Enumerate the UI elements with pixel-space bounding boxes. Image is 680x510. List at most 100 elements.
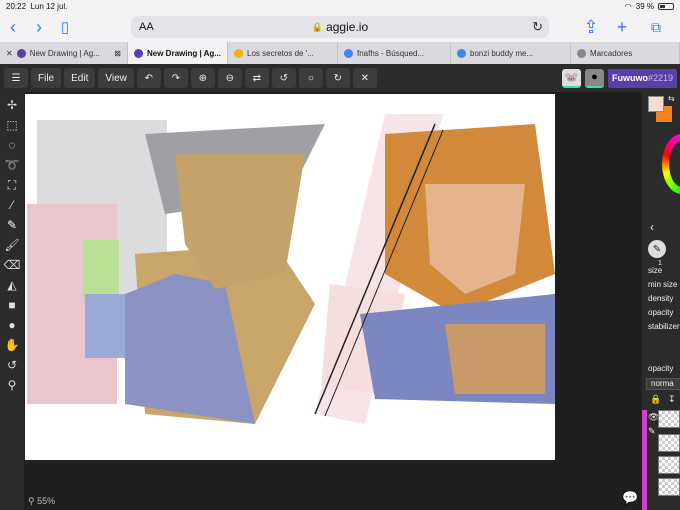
tab-title: New Drawing | Ag... xyxy=(29,48,100,58)
status-time: 20:22 xyxy=(6,1,27,11)
browser-tab[interactable]: fnafhs - Búsqued... xyxy=(338,42,451,64)
close-tab-icon[interactable]: ✕ xyxy=(6,49,13,58)
pencil-preview-icon: ✎ xyxy=(652,243,662,255)
tab-title: New Drawing | Ag... xyxy=(147,48,221,58)
rotate-left-icon[interactable]: ↺ xyxy=(271,68,296,88)
back-icon[interactable]: ‹ xyxy=(0,17,26,38)
reader-aa-button[interactable]: AA xyxy=(139,21,154,33)
pencil-layer-icon: ✎ xyxy=(648,426,656,436)
tab-title: fnafhs - Búsqued... xyxy=(357,48,425,58)
lock-layer-icon[interactable]: 🔒 xyxy=(650,394,661,405)
status-date: Lun 12 jul. xyxy=(30,1,68,11)
move-tool-icon[interactable]: ✢ xyxy=(2,95,22,115)
layer-thumbnail[interactable] xyxy=(658,434,680,452)
arrow-icon[interactable]: ↧ xyxy=(668,394,676,405)
tool-sidebar: ✢ ⬚ ◌ ➰ ⛶ ⁄ ✎ 🖌 ⌫ ◭ ■ ● ✋ ↺ ⚲ xyxy=(0,92,24,510)
rect-select-icon[interactable]: ⬚ xyxy=(2,115,22,135)
undo-icon[interactable]: ↶ xyxy=(136,68,161,88)
battery-icon xyxy=(658,2,674,10)
density-label[interactable]: density xyxy=(648,294,673,303)
canvas-area: ⚲ 55% 💬 xyxy=(24,92,642,510)
swap-colors-icon[interactable]: ⇆ xyxy=(668,94,675,103)
layer-opacity-label[interactable]: opacity xyxy=(648,364,673,373)
pencil-icon[interactable]: ✎ xyxy=(2,215,22,235)
opacity-label[interactable]: opacity xyxy=(648,308,673,317)
user-area: 🐭 ● Fuwuwo #2219 xyxy=(561,68,677,88)
ellipse-select-icon[interactable]: ◌ xyxy=(2,135,22,155)
favicon-icon xyxy=(457,48,466,58)
layer-thumbnail[interactable] xyxy=(658,456,680,474)
reload-icon[interactable]: ↻ xyxy=(532,19,543,35)
redo-icon[interactable]: ↷ xyxy=(163,68,188,88)
drawing-canvas[interactable] xyxy=(25,94,555,460)
layer-thumbnail[interactable] xyxy=(658,410,680,428)
zoom-icon: ⚲ xyxy=(28,496,35,506)
tab-title: Los secretos de '... xyxy=(247,48,314,58)
favicon-icon xyxy=(344,48,353,58)
min-size-label[interactable]: min size xyxy=(648,280,677,289)
stabilizer-label[interactable]: stabilizer xyxy=(648,322,680,331)
lasso-icon[interactable]: ➰ xyxy=(2,155,22,175)
eyedropper-icon[interactable]: ⁄ xyxy=(2,195,22,215)
browser-tab[interactable]: bonzi buddy me... xyxy=(451,42,571,64)
primary-color-swatch[interactable] xyxy=(648,96,664,112)
rotate-view-icon[interactable]: ↺ xyxy=(2,355,22,375)
address-bar[interactable]: AA 🔒 aggie.io ↻ xyxy=(131,16,549,38)
color-wheel[interactable] xyxy=(662,134,680,194)
app-toolbar: ☰ File Edit View ↶ ↷ ⊕ ⊖ ⇄ ↺ ○ ↻ ✕ 🐭 ● F… xyxy=(0,64,680,92)
brush-icon[interactable]: 🖌 xyxy=(2,235,22,255)
close-icon[interactable]: ✕ xyxy=(352,68,377,88)
chat-bubble-icon[interactable]: 💬 xyxy=(622,490,638,506)
share-icon[interactable]: ⇪ xyxy=(578,17,604,38)
zoom-in-icon[interactable]: ⊕ xyxy=(190,68,215,88)
tab-close-square-icon[interactable]: ⊠ xyxy=(114,49,121,58)
view-menu[interactable]: View xyxy=(98,68,134,88)
new-tab-icon[interactable]: + xyxy=(609,17,635,38)
flip-icon[interactable]: ⇄ xyxy=(244,68,269,88)
ios-status-bar: 20:22 Lun 12 jul. ◠ 39 % xyxy=(0,0,680,12)
eraser-icon[interactable]: ⌫ xyxy=(2,255,22,275)
edit-menu[interactable]: Edit xyxy=(64,68,96,88)
avatar[interactable]: ● xyxy=(584,68,604,88)
right-panel: ⇆ ‹ ✎ 1 size min size density opacity st… xyxy=(642,92,680,510)
ellipse-icon[interactable]: ● xyxy=(2,315,22,335)
hamburger-menu-icon[interactable]: ☰ xyxy=(4,68,28,88)
wifi-icon: ◠ xyxy=(624,1,632,11)
favicon-icon xyxy=(234,48,243,58)
reset-rotation-icon[interactable]: ○ xyxy=(298,68,323,88)
selected-layer-marker xyxy=(642,410,647,510)
favicon-icon xyxy=(16,48,26,58)
bucket-icon[interactable]: ◭ xyxy=(2,275,22,295)
browser-tab[interactable]: Los secretos de '... xyxy=(228,42,338,64)
bookmarks-book-icon[interactable]: ▯ xyxy=(52,18,78,36)
transform-icon[interactable]: ⛶ xyxy=(2,175,22,195)
zoom-indicator[interactable]: ⚲ 55% xyxy=(28,496,55,507)
forward-icon[interactable]: › xyxy=(26,17,52,38)
size-label[interactable]: size xyxy=(648,266,662,275)
file-menu[interactable]: File xyxy=(31,68,62,88)
layer-thumbnail[interactable] xyxy=(658,478,680,496)
rectangle-icon[interactable]: ■ xyxy=(2,295,22,315)
battery-percent: 39 % xyxy=(635,1,654,11)
tab-bar: ✕ New Drawing | Ag... ⊠ New Drawing | Ag...… xyxy=(0,42,680,64)
tab-title: Marcadores xyxy=(590,48,633,58)
hand-icon[interactable]: ✋ xyxy=(2,335,22,355)
bookmarks-tab[interactable]: Marcadores xyxy=(571,42,680,64)
star-icon xyxy=(577,48,586,58)
collapse-chevron-icon[interactable]: ‹ xyxy=(650,220,654,234)
zoom-out-icon[interactable]: ⊖ xyxy=(217,68,242,88)
brush-preview[interactable]: ✎ xyxy=(648,240,666,258)
artwork xyxy=(27,114,555,424)
tab-title: bonzi buddy me... xyxy=(470,48,534,58)
rotate-right-icon[interactable]: ↻ xyxy=(325,68,350,88)
avatar-mouse[interactable]: 🐭 xyxy=(561,68,581,88)
username-badge[interactable]: Fuwuwo #2219 xyxy=(607,68,677,88)
browser-bar: ‹ › ▯ AA 🔒 aggie.io ↻ ⇪ + ⧉ xyxy=(0,12,680,42)
zoom-tool-icon[interactable]: ⚲ xyxy=(2,375,22,395)
blend-mode-select[interactable]: norma xyxy=(646,378,680,390)
tabs-overview-icon[interactable]: ⧉ xyxy=(643,19,669,36)
browser-tab[interactable]: ✕ New Drawing | Ag... ⊠ xyxy=(0,42,128,64)
url-text: aggie.io xyxy=(326,20,369,34)
favicon-icon xyxy=(134,48,143,58)
browser-tab[interactable]: New Drawing | Ag... xyxy=(128,42,228,64)
